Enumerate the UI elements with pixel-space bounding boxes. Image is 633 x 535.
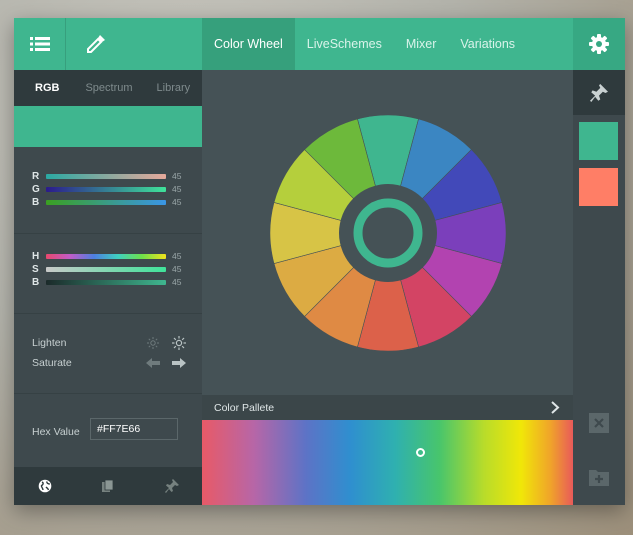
hsb-section: H 45 S 45 B 45	[14, 233, 202, 314]
saved-swatch-green[interactable]	[579, 122, 618, 160]
left-panel: RGB Spectrum Library R 45 G 45 B 45 H 45…	[14, 70, 202, 505]
main-tabs: Color Wheel LiveSchemes Mixer Variations	[202, 18, 527, 70]
right-rail	[573, 70, 625, 505]
eyedropper-button[interactable]	[66, 18, 126, 70]
slider-track[interactable]	[46, 253, 166, 259]
copy-icon[interactable]	[100, 478, 116, 494]
slider-track[interactable]	[46, 279, 166, 285]
lighten-row: Lighten	[32, 336, 186, 350]
eyedropper-icon	[87, 35, 105, 53]
saved-swatch-coral[interactable]	[579, 168, 618, 206]
gear-icon	[589, 34, 609, 54]
rgb-section: R 45 G 45 B 45	[14, 147, 202, 234]
color-wheel-area	[202, 70, 573, 395]
slider-s[interactable]: S 45	[32, 263, 181, 275]
slider-b[interactable]: B 45	[32, 196, 181, 208]
settings-button[interactable]	[573, 18, 625, 70]
slider-track[interactable]	[46, 173, 166, 179]
chevron-right-icon[interactable]	[549, 401, 561, 414]
color-palette-header[interactable]: Color Pallete	[202, 395, 573, 420]
adjust-section: Lighten Saturate	[14, 313, 202, 394]
color-mode-tabs: RGB Spectrum Library	[14, 70, 202, 106]
add-folder-button[interactable]	[589, 468, 609, 486]
remove-swatch-button[interactable]	[589, 413, 609, 433]
slider-value: 45	[172, 277, 182, 287]
lighten-label: Lighten	[32, 337, 67, 349]
tab-color-wheel[interactable]: Color Wheel	[202, 18, 295, 70]
globe-icon[interactable]	[37, 478, 53, 494]
hex-value-input[interactable]	[90, 418, 178, 440]
close-icon	[594, 418, 604, 428]
pin-icon[interactable]	[164, 478, 180, 494]
slider-value: 45	[172, 171, 182, 181]
pin-icon	[590, 83, 608, 102]
color-palette-title: Color Pallete	[214, 402, 275, 414]
slider-label: H	[32, 250, 40, 262]
tab-liveschemes[interactable]: LiveSchemes	[295, 18, 394, 70]
left-footer-bar	[14, 467, 202, 505]
tab-variations[interactable]: Variations	[448, 18, 527, 70]
slider-value: 45	[172, 251, 182, 261]
slider-value: 45	[172, 184, 182, 194]
slider-label: B	[32, 196, 40, 208]
spectrum-gradient-picker[interactable]	[202, 420, 573, 505]
menu-button[interactable]	[14, 18, 66, 70]
arrow-right-icon[interactable]	[172, 356, 186, 370]
top-toolbar: Color Wheel LiveSchemes Mixer Variations	[14, 18, 625, 70]
slider-bright[interactable]: B 45	[32, 276, 181, 288]
slider-label: S	[32, 263, 39, 275]
slider-r[interactable]: R 45	[32, 170, 181, 182]
subtab-spectrum[interactable]: Spectrum	[85, 82, 132, 94]
subtab-rgb[interactable]: RGB	[35, 82, 59, 94]
slider-g[interactable]: G 45	[32, 183, 181, 195]
slider-h[interactable]: H 45	[32, 250, 181, 262]
sun-dim-icon[interactable]	[146, 336, 160, 350]
slider-label: R	[32, 170, 40, 182]
subtab-library[interactable]: Library	[157, 82, 191, 94]
slider-label: G	[32, 183, 40, 195]
slider-track[interactable]	[46, 266, 166, 272]
saturate-label: Saturate	[32, 357, 72, 369]
arrow-left-icon[interactable]	[146, 356, 160, 370]
slider-value: 45	[172, 197, 182, 207]
tab-mixer[interactable]: Mixer	[394, 18, 449, 70]
slider-value: 45	[172, 264, 182, 274]
slider-label: B	[32, 276, 40, 288]
pin-button[interactable]	[573, 70, 625, 115]
hex-value-label: Hex Value	[32, 426, 80, 438]
color-app-window: Color Wheel LiveSchemes Mixer Variations…	[14, 18, 625, 505]
color-wheel[interactable]	[270, 115, 506, 351]
sun-bright-icon[interactable]	[172, 336, 186, 350]
slider-track[interactable]	[46, 186, 166, 192]
saturate-row: Saturate	[32, 356, 186, 370]
spectrum-pointer[interactable]	[416, 448, 425, 457]
selected-color-swatch	[14, 106, 202, 147]
slider-track[interactable]	[46, 199, 166, 205]
hamburger-menu-icon	[29, 37, 50, 51]
add-folder-icon	[589, 470, 609, 486]
